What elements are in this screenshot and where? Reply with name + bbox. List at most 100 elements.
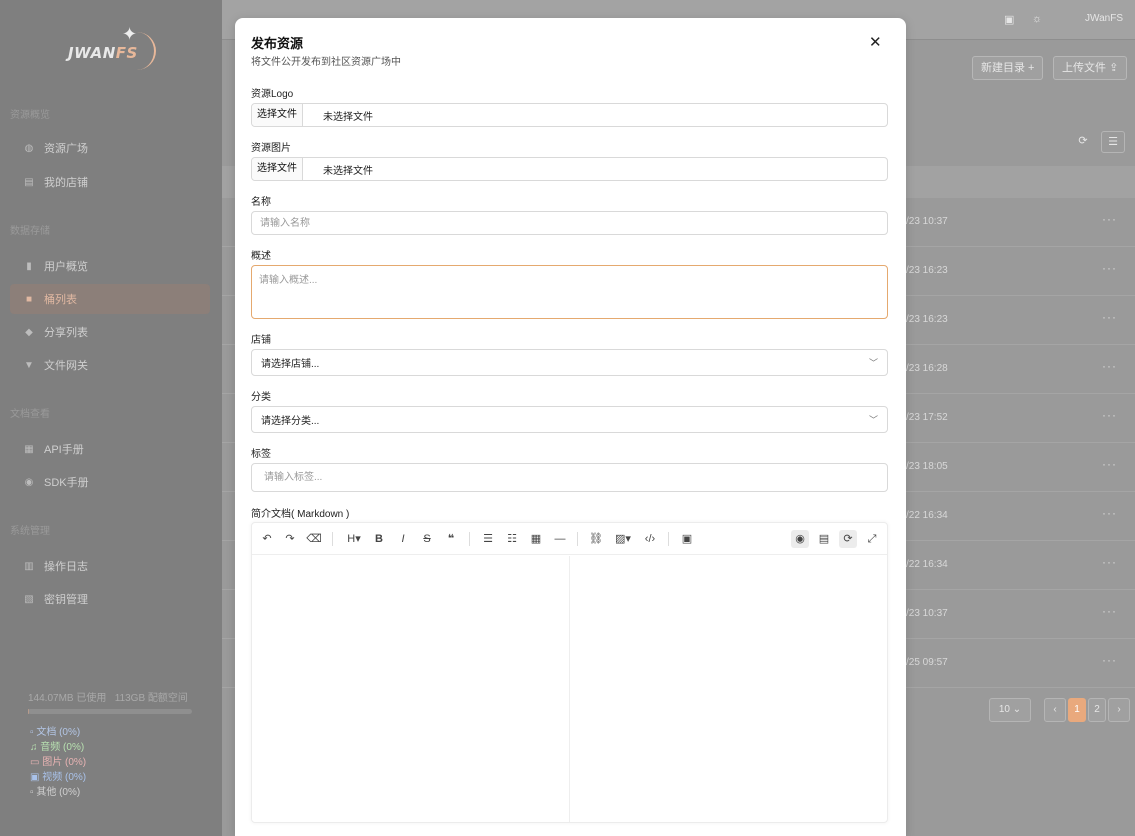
code-icon[interactable]: ‹/› xyxy=(641,530,659,548)
image-choose-file-button[interactable]: 选择文件 xyxy=(252,158,303,180)
heading-icon[interactable]: H▾ xyxy=(342,530,366,548)
more-icon[interactable]: ··· xyxy=(1102,457,1117,471)
screen-icon[interactable]: ▣ xyxy=(1004,13,1014,26)
more-icon[interactable]: ··· xyxy=(1102,604,1117,618)
sidebar-item-sdk-manual[interactable]: ◉ SDK手册 xyxy=(10,467,210,497)
page-2-button[interactable]: 2 xyxy=(1088,698,1106,722)
user-name[interactable]: JWanFS xyxy=(1085,13,1123,24)
storage-cat-docs: ▫ 文档 (0%) xyxy=(30,727,81,738)
sync-scroll-icon[interactable]: ⟳ xyxy=(839,530,857,548)
tags-input[interactable] xyxy=(251,463,888,492)
layout-icon[interactable]: ▤ xyxy=(815,530,833,548)
fullscreen-icon[interactable]: ⤢ xyxy=(863,530,881,548)
more-icon[interactable]: ··· xyxy=(1102,653,1117,667)
theme-sun-icon[interactable]: ☼ xyxy=(1032,13,1042,25)
tags-label: 标签 xyxy=(251,449,271,460)
image-icon: ▭ xyxy=(30,757,40,768)
next-page-button[interactable]: › xyxy=(1108,698,1130,722)
video-icon: ▣ xyxy=(30,772,40,783)
prev-page-button[interactable]: ‹ xyxy=(1044,698,1066,722)
app-logo: ✦ JWANFS xyxy=(66,24,156,74)
bucket-icon: ■ xyxy=(25,293,33,305)
more-icon[interactable]: ··· xyxy=(1102,555,1117,569)
horizontal-rule-icon[interactable]: — xyxy=(551,530,569,548)
more-icon[interactable]: ··· xyxy=(1102,310,1117,324)
markdown-editor: ↶ ↷ ⌫ H▾ B I S ❝ ☰ ☷ ▦ — ⛓ ▨▾ ‹/› ▣ ◉ ▤ … xyxy=(251,522,888,823)
section-title-docs: 文档查看 xyxy=(10,409,50,420)
image-file-status: 未选择文件 xyxy=(323,165,373,177)
ordered-list-icon[interactable]: ☷ xyxy=(503,530,521,548)
bold-icon[interactable]: B xyxy=(370,530,388,548)
page-size-select[interactable]: 10 ⌄ xyxy=(989,698,1031,722)
sidebar-item-file-gateway[interactable]: ▼ 文件网关 xyxy=(10,350,210,380)
sdk-icon: ◉ xyxy=(24,476,34,488)
share-icon: ◆ xyxy=(25,326,33,338)
storage-usage: 144.07MB 已使用 113GB 配额空间 xyxy=(28,693,188,704)
chevron-down-icon: ⌄ xyxy=(1012,704,1022,715)
sidebar-item-resource-square[interactable]: ◍ 资源广场 xyxy=(10,133,210,163)
file-icon: ▫ xyxy=(30,787,34,798)
preview-icon[interactable]: ◉ xyxy=(791,530,809,548)
chevron-down-icon: ﹀ xyxy=(868,415,878,425)
table-icon[interactable]: ▦ xyxy=(527,530,545,548)
row-time: /23 16:23 xyxy=(906,265,948,276)
summary-textarea[interactable] xyxy=(251,265,888,319)
section-title-storage: 数据存储 xyxy=(10,226,50,237)
category-select-value: 请选择分类... xyxy=(261,416,320,427)
row-time: /23 18:05 xyxy=(906,461,948,472)
summary-label: 概述 xyxy=(251,251,271,262)
image-icon[interactable]: ▨▾ xyxy=(611,530,635,548)
sidebar: ✦ JWANFS 资源概览 ◍ 资源广场 ▤ 我的店铺 数据存储 ▮ 用户概览 ■ 桶列… xyxy=(0,0,222,836)
undo-icon[interactable]: ↶ xyxy=(258,530,276,548)
sidebar-item-api-manual[interactable]: ▦ API手册 xyxy=(10,434,210,464)
category-select[interactable]: 请选择分类... ﹀ xyxy=(251,406,888,433)
globe-icon: ◍ xyxy=(24,142,34,154)
chart-icon: ▮ xyxy=(26,260,32,272)
more-icon[interactable]: ··· xyxy=(1102,408,1117,422)
doc-icon: ▫ xyxy=(30,727,34,738)
markdown-preview-pane xyxy=(570,556,887,822)
store-select[interactable]: 请选择店铺... ﹀ xyxy=(251,349,888,376)
redo-icon[interactable]: ↷ xyxy=(281,530,299,548)
storage-usage-bar xyxy=(28,709,192,714)
sidebar-item-user-overview[interactable]: ▮ 用户概览 xyxy=(10,251,210,281)
page-1-button[interactable]: 1 xyxy=(1068,698,1086,722)
storage-cat-images: ▭ 图片 (0%) xyxy=(30,757,87,768)
publish-resource-dialog: 发布资源 将文件公开发布到社区资源广场中 ✕ 资源Logo 选择文件 未选择文件… xyxy=(235,18,906,836)
refresh-icon[interactable]: ⟳ xyxy=(1071,131,1095,153)
logo-choose-file-button[interactable]: 选择文件 xyxy=(252,104,303,126)
eraser-icon[interactable]: ⌫ xyxy=(305,530,323,548)
name-input[interactable] xyxy=(251,211,888,235)
sidebar-item-my-store[interactable]: ▤ 我的店铺 xyxy=(10,167,210,197)
upload-file-button[interactable]: 上传文件 ⇪ xyxy=(1053,56,1128,80)
close-icon[interactable]: ✕ xyxy=(869,33,882,51)
quote-icon[interactable]: ❝ xyxy=(442,530,460,548)
store-label: 店铺 xyxy=(251,335,271,346)
markdown-input-pane[interactable] xyxy=(252,556,569,822)
link-icon[interactable]: ⛓ xyxy=(587,530,605,548)
more-icon[interactable]: ··· xyxy=(1102,506,1117,520)
more-icon[interactable]: ··· xyxy=(1102,212,1117,226)
sidebar-item-bucket-list[interactable]: ■ 桶列表 xyxy=(10,284,210,314)
new-directory-button[interactable]: 新建目录 + xyxy=(972,56,1044,80)
sidebar-item-operation-log[interactable]: ▥ 操作日志 xyxy=(10,551,210,581)
key-icon: ▧ xyxy=(24,593,34,605)
sidebar-item-share-list[interactable]: ◆ 分享列表 xyxy=(10,317,210,347)
sidebar-item-key-management[interactable]: ▧ 密钥管理 xyxy=(10,584,210,614)
row-time: /22 16:34 xyxy=(906,559,948,570)
strikethrough-icon[interactable]: S xyxy=(418,530,436,548)
chevron-down-icon: ﹀ xyxy=(868,358,878,368)
store-icon: ▤ xyxy=(24,176,34,188)
unordered-list-icon[interactable]: ☰ xyxy=(479,530,497,548)
filter-settings-icon[interactable]: ☰ xyxy=(1101,131,1125,153)
more-icon[interactable]: ··· xyxy=(1102,359,1117,373)
save-icon[interactable]: ▣ xyxy=(678,530,696,548)
editor-toolbar: ↶ ↷ ⌫ H▾ B I S ❝ ☰ ☷ ▦ — ⛓ ▨▾ ‹/› ▣ ◉ ▤ … xyxy=(252,523,887,555)
italic-icon[interactable]: I xyxy=(394,530,412,548)
logo-file-input[interactable]: 选择文件 未选择文件 xyxy=(251,103,888,127)
log-icon: ▥ xyxy=(24,560,34,572)
more-icon[interactable]: ··· xyxy=(1102,261,1117,275)
storage-cat-other: ▫ 其他 (0%) xyxy=(30,787,81,798)
row-time: /25 09:57 xyxy=(906,657,948,668)
image-file-input[interactable]: 选择文件 未选择文件 xyxy=(251,157,888,181)
